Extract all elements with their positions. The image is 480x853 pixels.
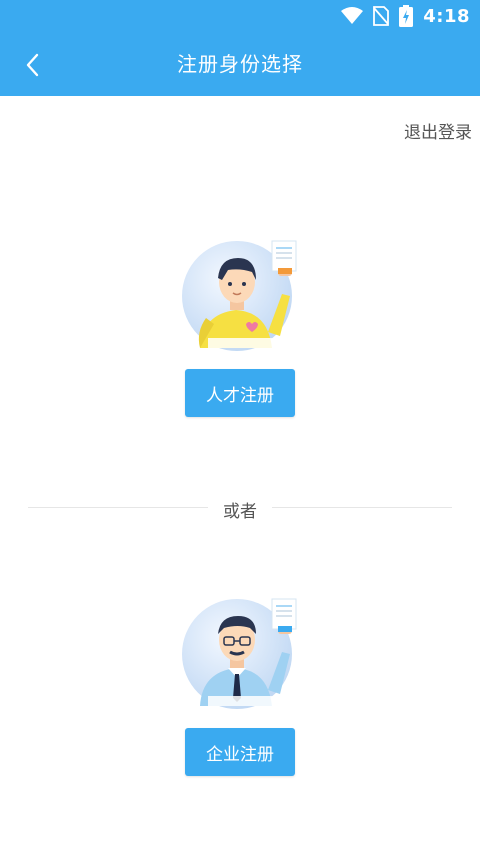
talent-register-button[interactable]: 人才注册 [185, 369, 295, 417]
battery-charging-icon [399, 5, 414, 27]
talent-avatar-illustration [180, 236, 300, 356]
no-sim-icon [373, 6, 390, 26]
status-bar: 4:18 [341, 4, 470, 28]
wifi-icon [341, 7, 364, 25]
divider-or-label: 或者 [223, 502, 257, 522]
enterprise-avatar-illustration [180, 594, 300, 714]
clock-time: 4:18 [423, 5, 470, 27]
page-title: 注册身份选择 [177, 52, 303, 76]
divider-line-right [272, 507, 452, 508]
enterprise-register-button[interactable]: 企业注册 [185, 728, 295, 776]
app-header: 4:18 注册身份选择 [0, 0, 480, 96]
logout-link[interactable]: 退出登录 [404, 118, 472, 143]
